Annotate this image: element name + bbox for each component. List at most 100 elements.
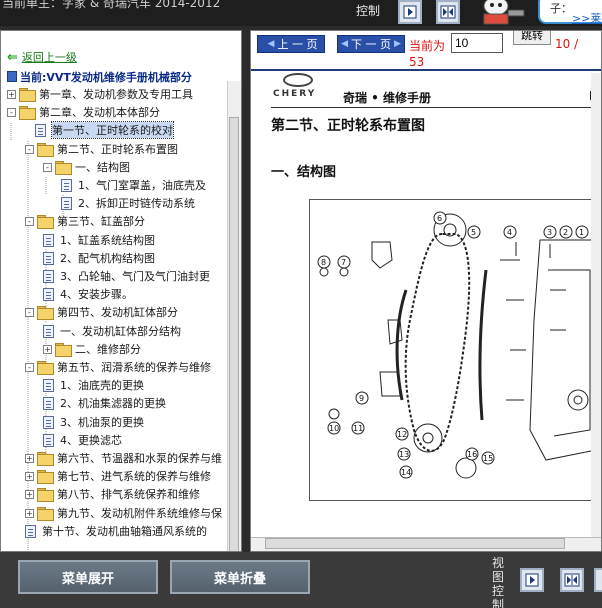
- tree-item[interactable]: - 第四节、发动机缸体部分: [25, 303, 178, 321]
- expand-icon[interactable]: +: [25, 489, 34, 499]
- tree-item[interactable]: 3、机油泵的更换: [43, 413, 144, 431]
- view-more-button[interactable]: [594, 568, 602, 592]
- subsection-title: 一、结构图: [271, 165, 337, 180]
- section-title: 第二节、正时轮系布置图: [271, 118, 425, 134]
- current-location: 当前:VVT发动机维修手册机械部分: [7, 69, 192, 85]
- expand-menu-button[interactable]: 菜单展开: [18, 560, 158, 594]
- tree-item[interactable]: - 第三节、缸盖部分: [25, 212, 145, 230]
- tree-item[interactable]: + 第六节、节温器和水泵的保养与维: [25, 449, 222, 467]
- expand-icon[interactable]: +: [43, 344, 52, 354]
- book-icon: [7, 71, 17, 82]
- tree-item[interactable]: + 第八节、排气系统保养和维修: [25, 485, 200, 503]
- page-number-input[interactable]: [451, 33, 503, 53]
- tree-item[interactable]: + 第九节、发动机附件系统维修与保: [25, 504, 222, 522]
- tree-item-label: 2、机油集滤器的更换: [60, 397, 166, 410]
- callout-15: 15: [483, 454, 493, 463]
- split-view-button[interactable]: [436, 0, 460, 24]
- window-title: 当前单主：字家 & 奇瑞汽车 2014-2012: [2, 0, 221, 10]
- view-next-button[interactable]: [520, 568, 544, 592]
- header-title: 奇瑞 • 维修手册: [343, 91, 432, 105]
- next-view-button[interactable]: [398, 0, 422, 24]
- document-vertical-scrollbar[interactable]: [591, 73, 601, 537]
- page-header: CHERY 奇瑞 • 维修手册 E: [271, 73, 601, 105]
- collapse-icon[interactable]: -: [25, 144, 34, 154]
- document-icon: [43, 324, 54, 338]
- folder-icon: [37, 470, 54, 484]
- page-top-rule: [251, 69, 601, 71]
- arrow-right-icon: [403, 5, 417, 19]
- tree-item[interactable]: - 第二章、发动机本体部分: [7, 103, 160, 121]
- expand-icon[interactable]: +: [25, 453, 34, 463]
- next-page-button[interactable]: ◀ 下 一 页 ▶: [337, 35, 405, 53]
- expand-icon[interactable]: +: [25, 471, 34, 481]
- tree-item[interactable]: 1、气门室罩盖，油底壳及: [61, 176, 206, 194]
- more-link[interactable]: >>莱: [572, 10, 601, 26]
- collapse-icon[interactable]: -: [25, 362, 34, 372]
- tree-item[interactable]: - 一、结构图: [43, 158, 130, 176]
- tree-item-label: 第三节、缸盖部分: [57, 215, 145, 228]
- callout-16: 16: [467, 450, 477, 459]
- document-icon: [35, 123, 46, 137]
- tree-item[interactable]: 1、油底壳的更换: [43, 376, 144, 394]
- prev-arrow-icon: ◀: [267, 39, 275, 49]
- tree-item-label: 3、机油泵的更换: [60, 416, 144, 429]
- chapter-tree-panel: ⇐ 返回上一级 当前:VVT发动机维修手册机械部分 + 第一章、发动机参数及专用工…: [0, 30, 242, 552]
- folder-icon: [19, 106, 36, 120]
- tree-item[interactable]: 4、安装步骤。: [43, 285, 133, 303]
- jump-button[interactable]: 跳转: [513, 31, 551, 45]
- view-split-button[interactable]: [560, 568, 584, 592]
- callout-12: 12: [397, 430, 407, 439]
- callout-1: 1: [579, 228, 584, 237]
- next-arrow-right-icon: ▶: [394, 39, 401, 49]
- expand-icon[interactable]: +: [25, 508, 34, 518]
- folder-icon: [37, 488, 54, 502]
- arrow-right-icon: [525, 573, 539, 587]
- callout-9: 9: [359, 394, 364, 403]
- tree-item[interactable]: 一、发动机缸体部分结构: [43, 322, 181, 340]
- folder-icon: [37, 452, 54, 466]
- tree-item-label: 第八节、排气系统保养和维修: [57, 488, 200, 501]
- collapse-icon[interactable]: -: [25, 307, 34, 317]
- tree-item[interactable]: + 第一章、发动机参数及专用工具: [7, 85, 193, 103]
- tree-item-label: 4、更换滤芯: [60, 434, 122, 447]
- header-rule: [271, 107, 601, 108]
- prev-page-button[interactable]: ◀ 上 一 页: [257, 35, 325, 53]
- tree-item[interactable]: 第十节、发动机曲轴箱通风系统的: [25, 522, 207, 540]
- tree-item[interactable]: 2、拆卸正时链传动系统: [61, 194, 195, 212]
- tree-item-label: 第九节、发动机附件系统维修与保: [57, 507, 222, 520]
- tree-item-label: 第二节、正时轮系布置图: [57, 143, 178, 156]
- folder-icon: [19, 88, 36, 102]
- back-link[interactable]: ⇐ 返回上一级: [7, 49, 77, 65]
- tree-item-label: 第一节、正时轮系的校对: [51, 121, 174, 139]
- callout-4: 4: [507, 228, 512, 237]
- tree-scroll-thumb[interactable]: [229, 117, 239, 551]
- tree-item[interactable]: 3、凸轮轴、气门及气门油封更: [43, 267, 210, 285]
- tree-item-label: 第五节、润滑系统的保养与维修: [57, 361, 211, 374]
- tree-item[interactable]: - 第二节、正时轮系布置图: [25, 140, 178, 158]
- tree-item-label: 二、维修部分: [75, 343, 141, 356]
- tree-item-label: 第一章、发动机参数及专用工具: [39, 88, 193, 101]
- expand-icon[interactable]: +: [7, 89, 16, 99]
- tree-item[interactable]: 4、更换滤芯: [43, 431, 122, 449]
- tree-item[interactable]: - 第五节、润滑系统的保养与维修: [25, 358, 211, 376]
- next-arrow-icon: ◀: [341, 39, 348, 49]
- tree-item[interactable]: 2、机油集滤器的更换: [43, 394, 166, 412]
- callout-11: 11: [353, 424, 363, 433]
- collapse-icon[interactable]: -: [7, 107, 16, 117]
- collapse-icon[interactable]: -: [25, 216, 34, 226]
- tree-item[interactable]: 1、缸盖系统结构图: [43, 231, 155, 249]
- manual-viewer-window: 当前单主：字家 & 奇瑞汽车 2014-2012 控制 子： >>莱 ⇐ 返回上…: [0, 0, 602, 608]
- callout-10: 10: [329, 424, 339, 433]
- tree-item[interactable]: + 第七节、进气系统的保养与维修: [25, 467, 211, 485]
- document-icon: [61, 196, 72, 210]
- document-scroll-thumb[interactable]: [265, 538, 565, 549]
- tree-item[interactable]: + 二、维修部分: [43, 340, 141, 358]
- tree-item-label: 1、气门室罩盖，油底壳及: [78, 179, 206, 192]
- tree-item[interactable]: 第一节、正时轮系的校对: [35, 121, 174, 139]
- tree-item[interactable]: 2、配气机构结构图: [43, 249, 155, 267]
- folder-icon: [37, 143, 54, 157]
- collapse-menu-button[interactable]: 菜单折叠: [170, 560, 310, 594]
- collapse-icon[interactable]: -: [43, 162, 52, 172]
- chery-logo: CHERY: [271, 73, 325, 103]
- tree-item-label: 1、油底壳的更换: [60, 379, 144, 392]
